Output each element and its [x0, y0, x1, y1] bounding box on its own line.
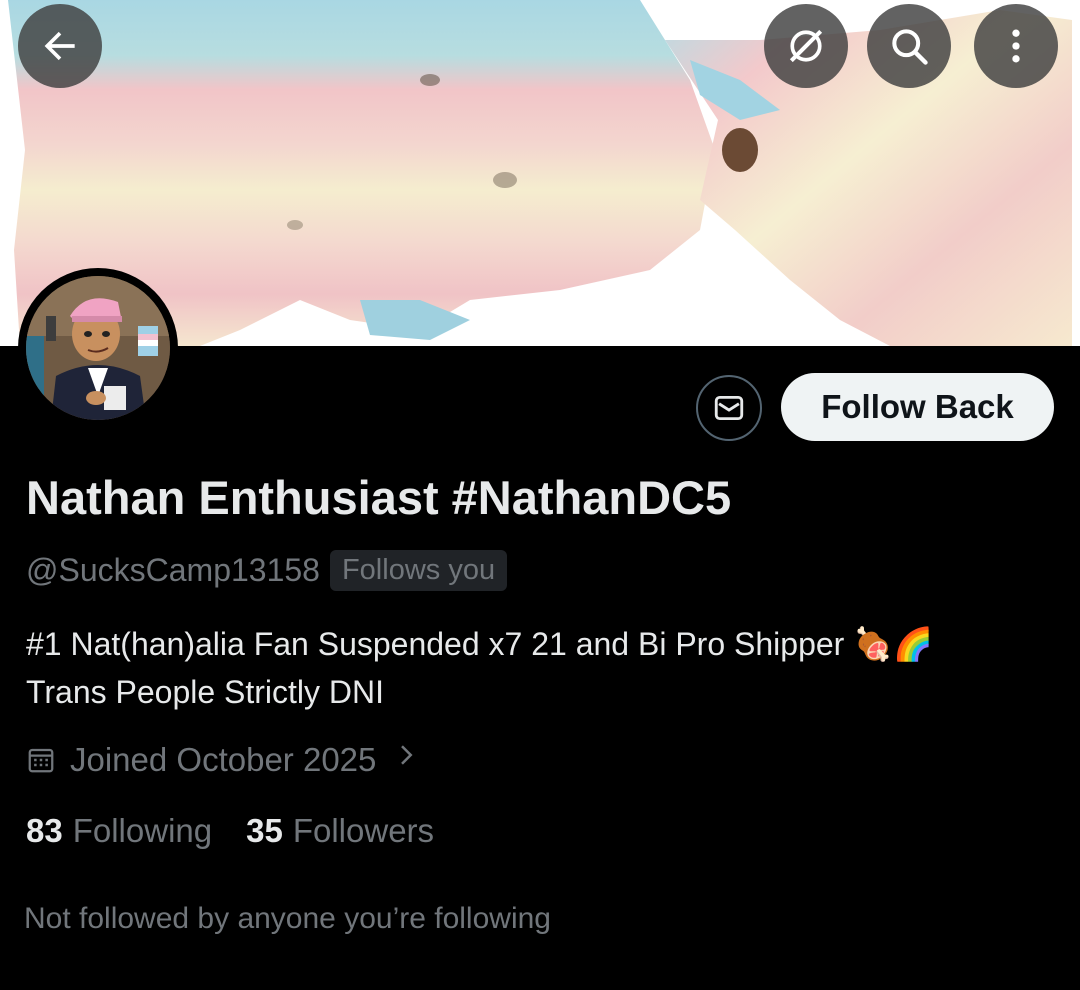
- more-button[interactable]: [974, 4, 1058, 88]
- profile-name: Nathan Enthusiast #NathanDC5: [26, 471, 732, 524]
- follows-you-badge: Follows you: [329, 550, 508, 591]
- chevron-right-icon: [394, 740, 420, 779]
- search-icon: [892, 29, 928, 65]
- followers-label: Followers: [292, 812, 435, 849]
- following-label: Following: [72, 812, 213, 849]
- grok-icon: [789, 29, 823, 63]
- grok-button[interactable]: [764, 4, 848, 88]
- joined-date-row[interactable]: Joined October 2025: [26, 740, 420, 779]
- mutual-followers-text: Not followed by anyone you’re following: [24, 902, 551, 935]
- calendar-icon: [26, 745, 56, 775]
- arrow-left-icon: [44, 31, 75, 61]
- joined-date-text: Joined October 2025: [70, 740, 377, 778]
- message-button[interactable]: [696, 375, 762, 441]
- avatar-image: [26, 276, 170, 420]
- followers-link[interactable]: 35 Followers: [246, 812, 434, 850]
- profile-bio: #1 Nat(han)alia Fan Suspended x7 21 and …: [26, 620, 1056, 716]
- profile-avatar[interactable]: [18, 268, 178, 428]
- follow-back-button[interactable]: Follow Back: [781, 373, 1054, 441]
- follow-counts: 83 Following 35 Followers: [26, 812, 434, 850]
- more-vertical-icon: [1012, 29, 1020, 63]
- followers-count: 35: [246, 812, 283, 849]
- following-link[interactable]: 83 Following: [26, 812, 212, 850]
- bio-line-2: Trans People Strictly DNI: [26, 674, 385, 710]
- profile-handle: @SucksCamp13158: [26, 552, 320, 588]
- back-button[interactable]: [18, 4, 102, 88]
- envelope-icon: [714, 395, 744, 421]
- following-count: 83: [26, 812, 63, 849]
- bio-line-1: #1 Nat(han)alia Fan Suspended x7 21 and …: [26, 626, 933, 662]
- handle-row: @SucksCamp13158 Follows you: [26, 550, 508, 591]
- search-button[interactable]: [867, 4, 951, 88]
